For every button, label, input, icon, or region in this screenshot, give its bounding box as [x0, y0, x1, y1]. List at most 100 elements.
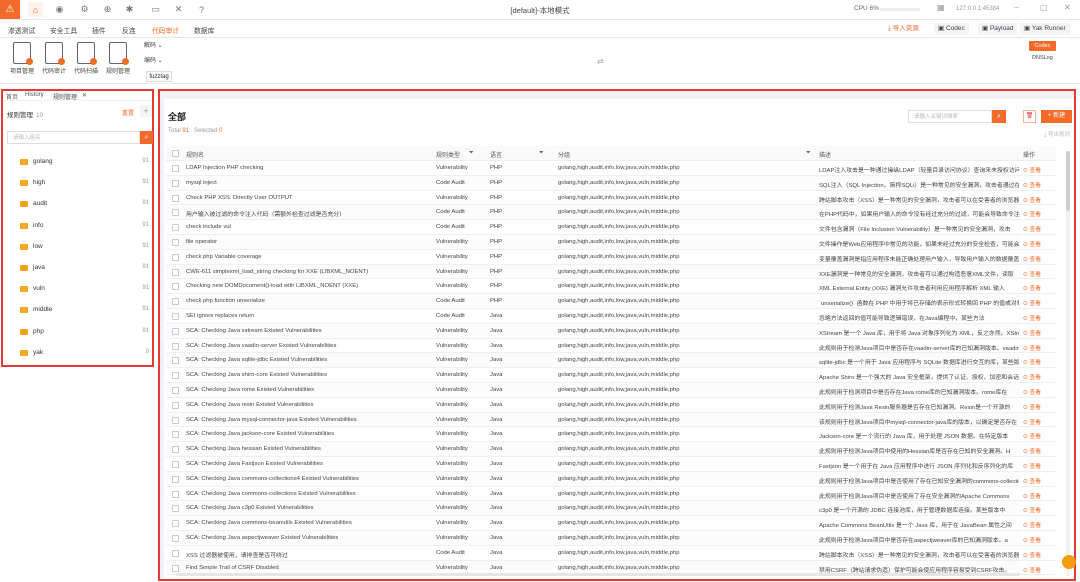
- tools-icon[interactable]: ✕: [171, 2, 186, 17]
- row-checkbox[interactable]: [172, 312, 179, 320]
- menu-plugins[interactable]: 插件: [92, 25, 106, 35]
- view-button[interactable]: ⊙ 查看: [1020, 191, 1056, 206]
- group-item-java[interactable]: java 91: [3, 258, 152, 279]
- maximize-icon[interactable]: ▢: [1040, 3, 1048, 12]
- table-row[interactable]: check include vul Code Audit PHP golang,hig…: [166, 220, 1046, 235]
- minimize-icon[interactable]: –: [1014, 3, 1018, 12]
- filter-lang-icon[interactable]: ⏷: [539, 150, 544, 157]
- row-checkbox[interactable]: [172, 209, 179, 217]
- row-checkbox[interactable]: [172, 446, 179, 454]
- view-button[interactable]: ⊙ 查看: [1020, 220, 1056, 235]
- table-row[interactable]: CWE-611 simplexml_load_string checking f…: [166, 264, 1046, 280]
- row-checkbox[interactable]: [172, 460, 179, 468]
- view-button[interactable]: ⊙ 查看: [1020, 161, 1056, 176]
- export-rule-button[interactable]: ⤓ 导出规则: [1044, 130, 1070, 139]
- view-button[interactable]: ⊙ 查看: [1020, 265, 1056, 280]
- row-checkbox[interactable]: [172, 372, 179, 380]
- mascot-icon[interactable]: [1062, 555, 1076, 569]
- table-row[interactable]: SCA: Checking Java resin Existed Vulnera…: [166, 398, 1046, 413]
- view-button[interactable]: ⊙ 查看: [1020, 368, 1056, 383]
- horizontal-scrollbar[interactable]: [176, 573, 1020, 576]
- close-icon[interactable]: ✕: [1064, 3, 1071, 12]
- tab-close-icon[interactable]: ✕: [82, 92, 87, 99]
- terminal-icon[interactable]: ▭: [148, 2, 163, 17]
- table-row[interactable]: file operator Vulnerability PHP golang,high…: [166, 234, 1046, 250]
- codec-button[interactable]: ▣ Codec: [934, 23, 969, 35]
- table-row[interactable]: SCA: Checking Java rome Existed Vulnerab…: [166, 382, 1046, 398]
- table-row[interactable]: SCA: Checking Java aspectjweaver Existed…: [166, 530, 1046, 546]
- table-row[interactable]: SCA: Checking Java c3p0 Existed Vulnerab…: [166, 501, 1046, 517]
- view-button[interactable]: ⊙ 查看: [1020, 487, 1056, 502]
- bug-icon[interactable]: ✱: [122, 2, 137, 17]
- view-button[interactable]: ⊙ 查看: [1020, 279, 1056, 295]
- row-checkbox[interactable]: [172, 520, 179, 528]
- view-button[interactable]: ⊙ 查看: [1020, 235, 1056, 250]
- view-button[interactable]: ⊙ 查看: [1020, 324, 1056, 339]
- tab-home[interactable]: 首页: [6, 92, 18, 101]
- table-row[interactable]: SCA: Checking Java mysql-connector-java …: [166, 412, 1046, 428]
- table-row[interactable]: Checking new DOMDocument()-load with LIB…: [166, 279, 1046, 295]
- view-button[interactable]: ⊙ 查看: [1020, 413, 1056, 428]
- project-manage-tool[interactable]: 项目管理: [6, 42, 38, 75]
- row-checkbox[interactable]: [172, 238, 179, 246]
- dnslog-link[interactable]: DNSLog: [1032, 55, 1053, 61]
- menu-pentest[interactable]: 渗透测试: [8, 25, 35, 35]
- row-checkbox[interactable]: [172, 416, 179, 424]
- row-checkbox[interactable]: [172, 401, 179, 409]
- gear-icon[interactable]: ⚙: [77, 2, 92, 17]
- payload-button[interactable]: ▣ Payload: [978, 23, 1018, 35]
- group-item-yak[interactable]: yak 0: [3, 343, 152, 364]
- scroll-thumb[interactable]: [1066, 151, 1070, 211]
- table-row[interactable]: SCA: Checking Java xstream Existed Vulne…: [166, 323, 1046, 339]
- group-item-low[interactable]: low 91: [3, 237, 152, 258]
- row-checkbox[interactable]: [172, 283, 179, 291]
- group-item-info[interactable]: info 91: [3, 216, 152, 237]
- row-checkbox[interactable]: [172, 224, 179, 232]
- row-checkbox[interactable]: [172, 386, 179, 394]
- row-checkbox[interactable]: [172, 431, 179, 439]
- user-icon[interactable]: ◉: [52, 2, 67, 17]
- menu-code-audit[interactable]: 代码审计: [152, 25, 179, 35]
- filter-group-icon[interactable]: ⏷: [806, 150, 811, 157]
- table-row[interactable]: SCA: Checking Java vaadin-server Existed…: [166, 339, 1046, 354]
- group-item-middle[interactable]: middle 91: [3, 300, 152, 321]
- table-row[interactable]: SCA: Checking Java commons-collections4 …: [166, 471, 1046, 487]
- table-row[interactable]: mysql inject Code Audit PHP golang,high,aud…: [166, 175, 1046, 191]
- reset-button[interactable]: 重置: [122, 108, 134, 117]
- rule-search-input[interactable]: 请输入关键词搜索: [908, 110, 992, 123]
- table-row[interactable]: SCA: Checking Java jackson-core Existed …: [166, 427, 1046, 443]
- group-item-golang[interactable]: golang 91: [3, 152, 152, 173]
- code-audit-tool[interactable]: 代码审计: [38, 42, 70, 75]
- group-item-audit[interactable]: audit 91: [3, 194, 152, 215]
- table-row[interactable]: SCA: Checking Java hessian Existed Vulne…: [166, 442, 1046, 457]
- row-checkbox[interactable]: [172, 179, 179, 187]
- new-rule-button[interactable]: + 新建: [1041, 110, 1072, 123]
- group-item-high[interactable]: high 91: [3, 173, 152, 194]
- table-row[interactable]: SCA: Checking Java shiro-core Existed Vu…: [166, 368, 1046, 383]
- group-search-icon[interactable]: ⌕: [140, 131, 153, 144]
- row-checkbox[interactable]: [172, 327, 179, 335]
- view-button[interactable]: ⊙ 查看: [1020, 339, 1056, 354]
- view-button[interactable]: ⊙ 查看: [1020, 383, 1056, 398]
- group-search-input[interactable]: 请输入组名: [7, 131, 140, 144]
- row-checkbox[interactable]: [172, 253, 179, 261]
- rule-manage-tool[interactable]: 规则管理: [102, 42, 134, 75]
- yak-runner-button[interactable]: ▣ Yak Runner: [1020, 23, 1070, 35]
- view-button[interactable]: ⊙ 查看: [1020, 546, 1056, 561]
- add-group-button[interactable]: +: [140, 105, 152, 117]
- table-row[interactable]: check php function unserialize Code Audit…: [166, 294, 1046, 309]
- row-checkbox[interactable]: [172, 549, 179, 557]
- row-checkbox[interactable]: [172, 534, 179, 542]
- row-checkbox[interactable]: [172, 165, 179, 172]
- row-checkbox[interactable]: [172, 194, 179, 202]
- import-resource-button[interactable]: ⤓ 导入资源: [884, 23, 923, 35]
- filter-type-icon[interactable]: ⏷: [469, 150, 474, 157]
- view-button[interactable]: ⊙ 查看: [1020, 561, 1056, 576]
- tab-rule-manage[interactable]: 规则管理: [51, 92, 80, 101]
- view-button[interactable]: ⊙ 查看: [1020, 294, 1056, 309]
- table-row[interactable]: SCA: Checking Java commons-collections E…: [166, 487, 1046, 502]
- table-row[interactable]: XSS 过滤器被使用，请排查是否可绕过 Code Audit Java golang,…: [166, 546, 1046, 561]
- group-item-vuln[interactable]: vuln 91: [3, 279, 152, 300]
- tab-history[interactable]: History: [25, 92, 44, 98]
- table-row[interactable]: Check PHP XSS: Directly User OUTPUT Vulne…: [166, 191, 1046, 206]
